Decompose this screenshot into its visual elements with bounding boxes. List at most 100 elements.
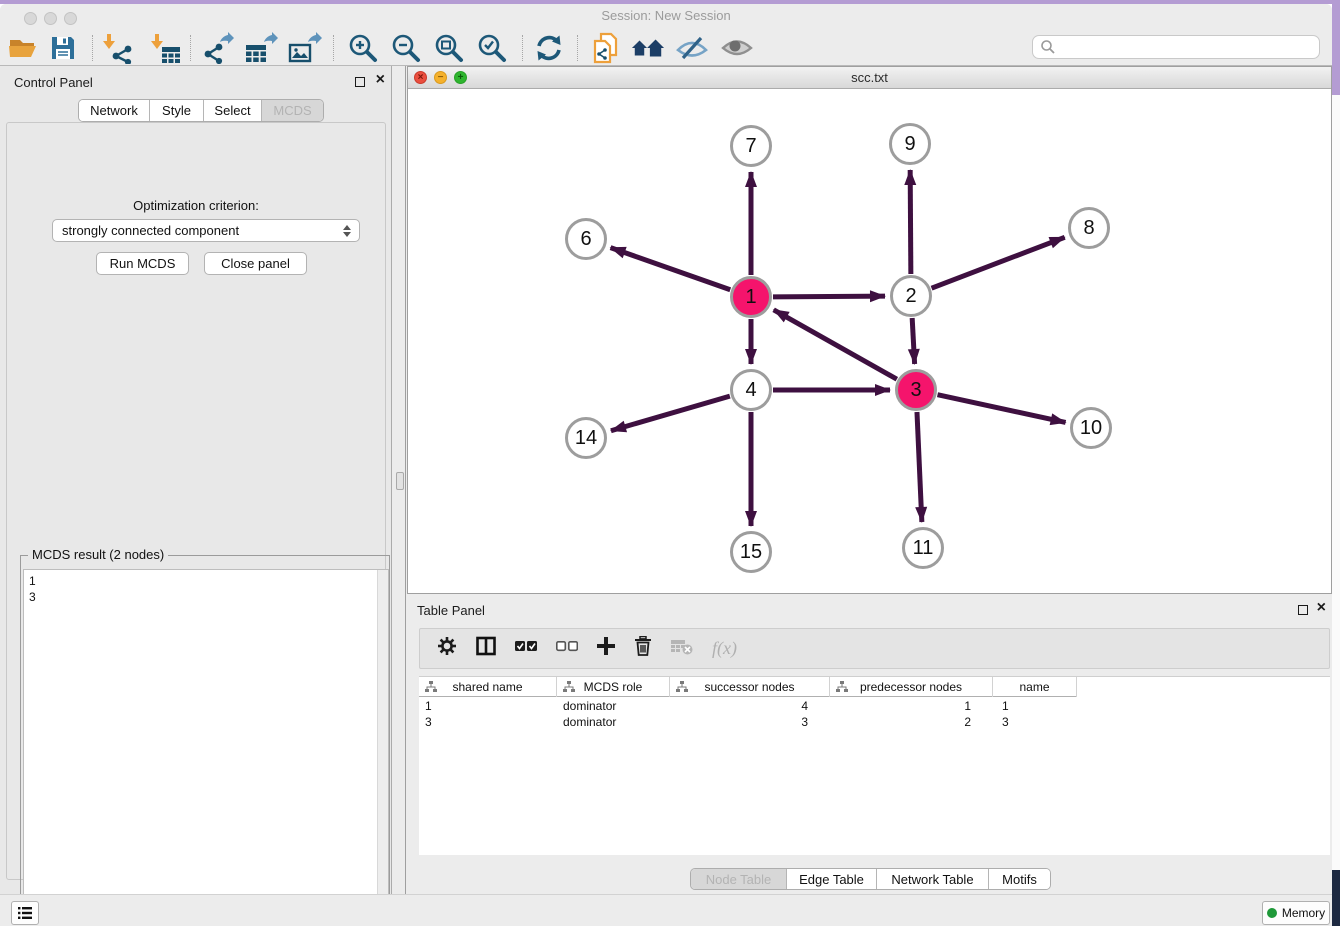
cell-name[interactable]: 1 [993,698,1077,714]
table-settings-gear-icon[interactable] [437,636,457,661]
graph-edge-3-1[interactable] [774,310,897,379]
search-input[interactable] [1032,35,1320,59]
zoom-out-icon[interactable] [389,31,423,65]
show-columns-icon[interactable] [476,636,496,661]
clone-network-icon[interactable] [588,31,622,65]
cell-shared-name[interactable]: 3 [419,714,557,730]
graph-node-14[interactable]: 14 [565,417,607,459]
cell-mcds-role[interactable]: dominator [557,714,670,730]
toolbar-separator [92,35,93,61]
cell-predecessor-nodes[interactable]: 2 [830,714,993,730]
graph-edge-2-9[interactable] [910,170,911,274]
cell-predecessor-nodes[interactable]: 1 [830,698,993,714]
graph-edge-3-10[interactable] [937,395,1065,423]
application-window: Session: New Session [0,4,1332,926]
zoom-selected-icon[interactable] [475,31,509,65]
graph-edge-1-2[interactable] [773,296,885,297]
cell-mcds-role[interactable]: dominator [557,698,670,714]
tab-edge-table[interactable]: Edge Table [786,869,876,889]
home-layout-icon[interactable] [631,31,665,65]
tab-node-table[interactable]: Node Table [691,869,786,889]
tab-select[interactable]: Select [203,100,261,121]
show-panels-button[interactable] [11,901,39,925]
graph-edge-1-6[interactable] [611,248,731,290]
float-table-panel-icon[interactable] [1298,605,1308,615]
panel-splitter[interactable] [392,66,407,894]
zoom-fit-icon[interactable] [432,31,466,65]
close-table-panel-icon[interactable]: × [1317,598,1326,618]
create-column-plus-icon[interactable] [597,637,615,660]
cell-name[interactable]: 3 [993,714,1077,730]
memory-label: Memory [1282,906,1325,920]
mcds-result-title: MCDS result (2 nodes) [28,547,168,562]
graph-node-3[interactable]: 3 [895,369,937,411]
graph-node-8[interactable]: 8 [1068,207,1110,249]
save-session-icon[interactable] [46,31,80,65]
graph-node-11[interactable]: 11 [902,527,944,569]
graph-edge-2-3[interactable] [912,318,914,364]
memory-status-icon [1267,908,1277,918]
deselect-all-checkboxes-icon[interactable] [556,639,578,658]
graph-node-6[interactable]: 6 [565,218,607,260]
tab-network[interactable]: Network [79,100,149,121]
show-all-icon[interactable] [720,31,754,65]
delete-column-trash-icon[interactable] [634,636,652,661]
column-header-name[interactable]: name [993,677,1077,697]
column-header-successor-nodes[interactable]: successor nodes [670,677,830,697]
graph-node-7[interactable]: 7 [730,125,772,167]
tab-motifs[interactable]: Motifs [988,869,1050,889]
search-icon [1040,39,1056,55]
run-mcds-button[interactable]: Run MCDS [96,252,189,275]
float-panel-icon[interactable] [355,77,365,87]
table-panel-tabs: Node Table Edge Table Network Table Moti… [690,868,1051,890]
graph-node-2[interactable]: 2 [890,275,932,317]
table-row[interactable]: 3 dominator 3 2 3 [419,714,1077,730]
optimization-criterion-label: Optimization criterion: [7,198,385,213]
graph-edge-4-14[interactable] [611,396,730,431]
chevron-up-down-icon [341,223,352,239]
export-image-icon[interactable] [288,31,322,65]
main-toolbar [0,28,1332,66]
graph-edge-3-11[interactable] [917,412,922,522]
optimization-criterion-select[interactable]: strongly connected component [52,219,360,242]
export-network-icon[interactable] [201,31,235,65]
column-header-shared-name[interactable]: shared name [419,677,557,697]
result-line: 1 [29,573,388,589]
select-all-checkboxes-icon[interactable] [515,639,537,658]
graph-node-10[interactable]: 10 [1070,407,1112,449]
network-canvas[interactable]: 7 9 6 8 1 2 4 3 14 10 15 11 [408,89,1331,593]
graph-edge-2-8[interactable] [932,237,1065,288]
graph-node-4[interactable]: 4 [730,369,772,411]
toolbar-separator [333,35,334,61]
export-table-icon[interactable] [244,31,278,65]
column-header-mcds-role[interactable]: MCDS role [557,677,670,697]
mcds-result-text[interactable]: 1 3 [23,569,389,926]
import-network-icon[interactable] [101,31,135,65]
window-title: Session: New Session [0,8,1332,23]
import-table-icon[interactable] [149,31,183,65]
control-panel-tabs: Network Style Select MCDS [78,99,324,122]
cell-successor-nodes[interactable]: 3 [670,714,830,730]
close-panel-icon[interactable]: × [376,70,385,90]
close-panel-button[interactable]: Close panel [204,252,307,275]
cell-successor-nodes[interactable]: 4 [670,698,830,714]
toolbar-separator [190,35,191,61]
result-scrollbar[interactable] [377,570,388,926]
table-panel: Table Panel × f(x) shared name MCDS role… [407,594,1332,894]
network-window-titlebar[interactable]: × − + scc.txt [408,67,1331,89]
open-file-icon[interactable] [6,31,40,65]
zoom-in-icon[interactable] [346,31,380,65]
graph-node-15[interactable]: 15 [730,531,772,573]
table-row[interactable]: 1 dominator 4 1 1 [419,698,1077,714]
cell-shared-name[interactable]: 1 [419,698,557,714]
tab-network-table[interactable]: Network Table [876,869,988,889]
memory-button[interactable]: Memory [1262,901,1330,925]
refresh-icon[interactable] [532,31,566,65]
graph-node-1[interactable]: 1 [730,276,772,318]
graph-node-9[interactable]: 9 [889,123,931,165]
splitter-grip-icon[interactable] [396,472,404,490]
hide-selected-icon[interactable] [675,31,709,65]
tab-mcds[interactable]: MCDS [261,100,323,121]
tab-style[interactable]: Style [149,100,203,121]
column-header-predecessor-nodes[interactable]: predecessor nodes [830,677,993,697]
